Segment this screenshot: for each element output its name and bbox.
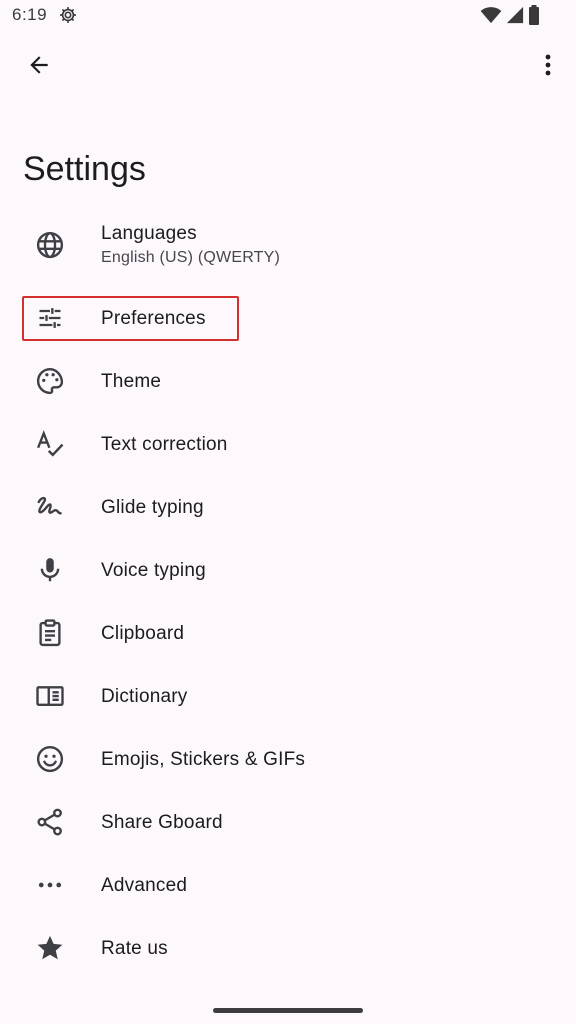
more-horiz-icon bbox=[34, 869, 66, 901]
emoji-icon bbox=[34, 743, 66, 775]
arrow-back-icon bbox=[26, 52, 52, 78]
settings-item-dictionary[interactable]: Dictionary bbox=[0, 665, 576, 728]
gesture-nav-handle[interactable] bbox=[213, 1008, 363, 1013]
settings-list: Languages English (US) (QWERTY) Preferen… bbox=[0, 213, 576, 980]
settings-item-share[interactable]: Share Gboard bbox=[0, 791, 576, 854]
star-icon bbox=[34, 932, 66, 964]
battery-icon bbox=[528, 5, 540, 25]
settings-item-languages[interactable]: Languages English (US) (QWERTY) bbox=[0, 213, 576, 287]
settings-item-rate[interactable]: Rate us bbox=[0, 917, 576, 980]
settings-item-voice-typing[interactable]: Voice typing bbox=[0, 539, 576, 602]
page-title: Settings bbox=[23, 150, 146, 188]
top-app-bar bbox=[0, 40, 576, 88]
settings-item-label: Preferences bbox=[101, 308, 206, 329]
status-bar: 6:19 bbox=[0, 0, 576, 30]
book-icon bbox=[34, 680, 66, 712]
tune-icon bbox=[34, 302, 66, 334]
settings-item-preferences[interactable]: Preferences bbox=[0, 287, 576, 350]
settings-item-clipboard[interactable]: Clipboard bbox=[0, 602, 576, 665]
settings-item-emojis[interactable]: Emojis, Stickers & GIFs bbox=[0, 728, 576, 791]
settings-item-label: Clipboard bbox=[101, 623, 185, 644]
more-vert-icon bbox=[544, 54, 552, 76]
settings-item-label: Glide typing bbox=[101, 497, 204, 518]
settings-item-label: Share Gboard bbox=[101, 812, 223, 833]
back-button[interactable] bbox=[22, 48, 56, 82]
settings-item-sublabel: English (US) (QWERTY) bbox=[101, 249, 281, 266]
settings-item-label: Emojis, Stickers & GIFs bbox=[101, 749, 306, 770]
cell-signal-icon bbox=[506, 6, 524, 24]
more-options-button[interactable] bbox=[538, 48, 558, 82]
settings-item-label: Dictionary bbox=[101, 686, 188, 707]
status-time: 6:19 bbox=[12, 5, 48, 24]
gesture-icon bbox=[34, 491, 66, 523]
wifi-icon bbox=[480, 6, 502, 24]
settings-item-label: Text correction bbox=[101, 434, 228, 455]
clipboard-icon bbox=[34, 617, 66, 649]
settings-item-text-correction[interactable]: Text correction bbox=[0, 413, 576, 476]
settings-item-label: Voice typing bbox=[101, 560, 206, 581]
status-icons bbox=[480, 5, 540, 25]
mic-icon bbox=[34, 554, 66, 586]
settings-item-glide-typing[interactable]: Glide typing bbox=[0, 476, 576, 539]
settings-item-label: Advanced bbox=[101, 875, 188, 896]
settings-item-label: Theme bbox=[101, 371, 162, 392]
settings-item-label: Languages bbox=[101, 223, 197, 244]
spellcheck-icon bbox=[34, 428, 66, 460]
globe-icon bbox=[34, 229, 66, 261]
share-icon bbox=[34, 806, 66, 838]
settings-item-advanced[interactable]: Advanced bbox=[0, 854, 576, 917]
settings-gear-icon bbox=[58, 5, 78, 25]
settings-item-label: Rate us bbox=[101, 938, 168, 959]
palette-icon bbox=[34, 365, 66, 397]
settings-item-theme[interactable]: Theme bbox=[0, 350, 576, 413]
